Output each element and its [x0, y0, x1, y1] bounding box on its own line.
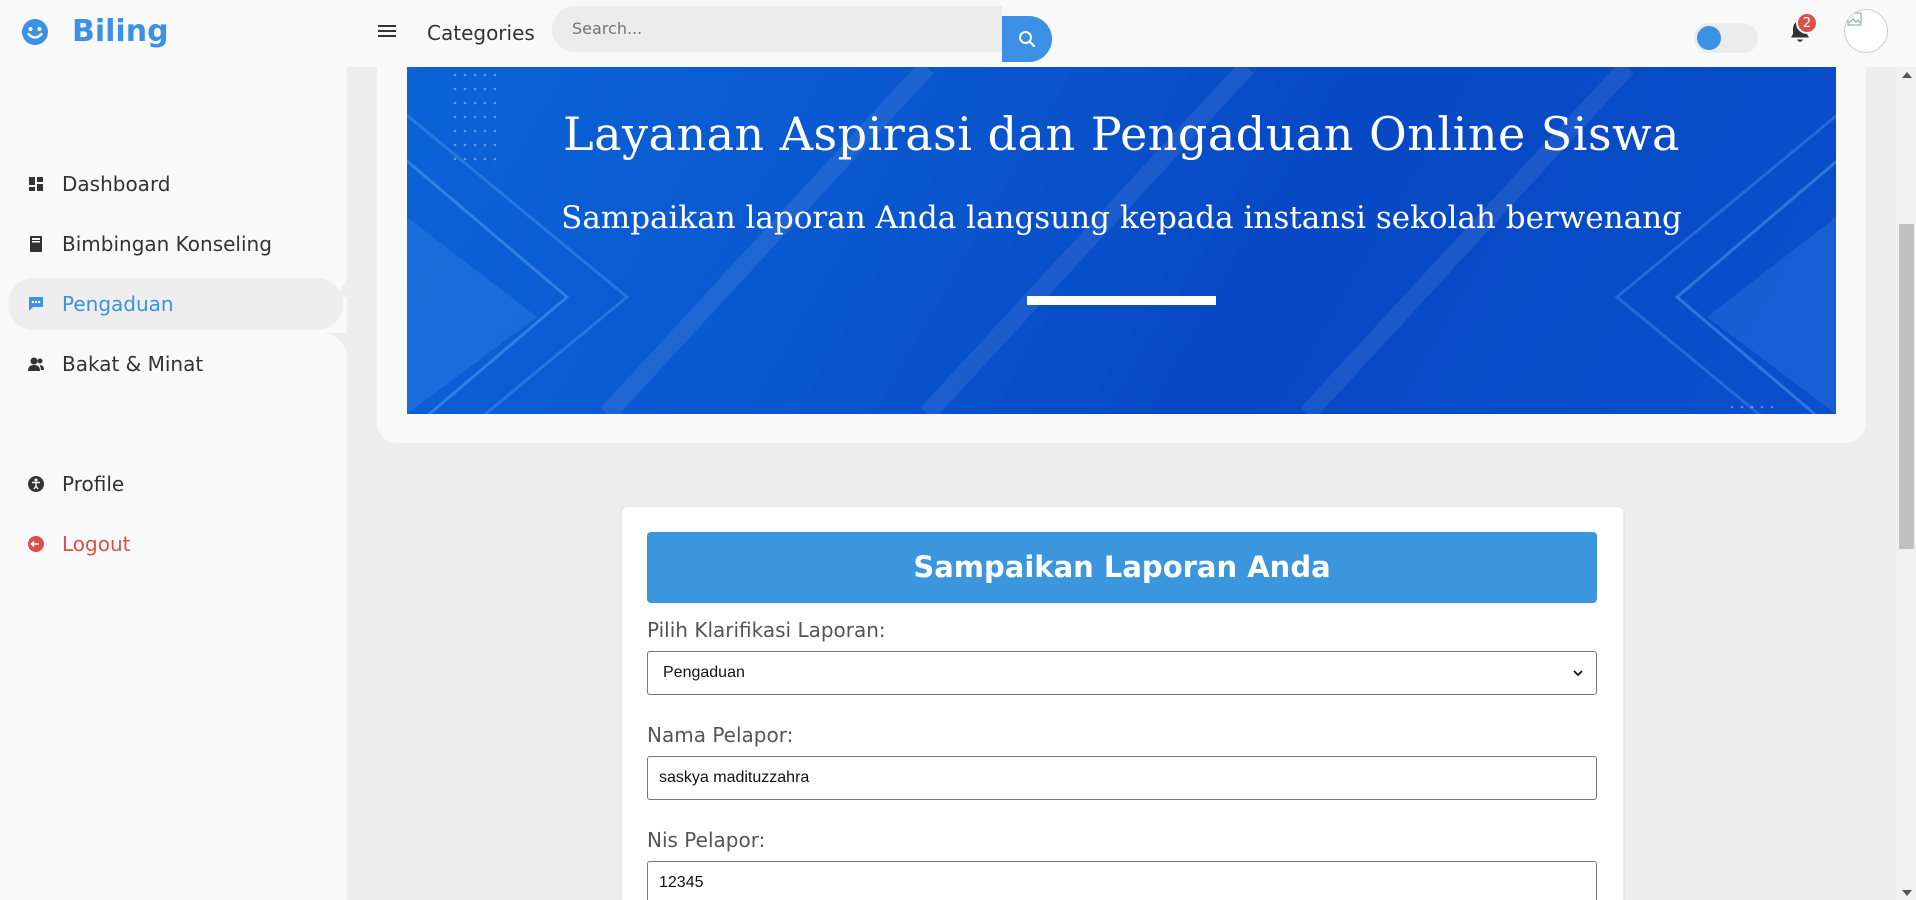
reporter-nis-value: 12345: [659, 874, 704, 891]
broken-image-icon: [1847, 12, 1862, 26]
book-icon: [26, 234, 46, 254]
sidebar: Dashboard Bimbingan Konseling Pengaduan …: [0, 67, 347, 900]
search-icon: [1019, 31, 1036, 48]
reporter-name-value: saskya madituzzahra: [659, 769, 810, 786]
sidebar-item-label: Bimbingan Konseling: [62, 232, 272, 256]
search-button[interactable]: [1002, 16, 1052, 62]
form-title: Sampaikan Laporan Anda: [647, 532, 1597, 603]
search-form: [552, 6, 1052, 62]
search-input[interactable]: [552, 6, 1002, 52]
classification-value: Pengaduan: [663, 664, 745, 681]
banner-divider: [1027, 296, 1216, 305]
categories-link[interactable]: Categories: [427, 20, 535, 46]
sidebar-item-pengaduan[interactable]: Pengaduan: [8, 278, 343, 330]
reporter-nis-label: Nis Pelapor:: [647, 828, 766, 852]
sidebar-item-dashboard[interactable]: Dashboard: [8, 158, 343, 210]
sidebar-item-bakat-minat[interactable]: Bakat & Minat: [8, 338, 343, 390]
brand[interactable]: Biling: [20, 14, 169, 50]
smile-icon: [22, 19, 48, 45]
scrollbar-thumb[interactable]: [1899, 224, 1914, 549]
classification-select[interactable]: Pengaduan: [647, 651, 1597, 695]
sidebar-item-label: Dashboard: [62, 172, 171, 196]
dashboard-icon: [26, 174, 46, 194]
banner-subtitle: Sampaikan laporan Anda langsung kepada i…: [561, 200, 1682, 236]
sidebar-item-bimbingan-konseling[interactable]: Bimbingan Konseling: [8, 218, 343, 270]
top-navbar: Biling Categories 2: [0, 0, 1916, 67]
notification-badge: 2: [1796, 12, 1818, 34]
logout-icon: [26, 534, 46, 554]
reporter-nis-input[interactable]: 12345: [647, 861, 1597, 900]
hero-banner: Layanan Aspirasi dan Pengaduan Online Si…: [407, 67, 1836, 414]
chevron-down-icon: [1573, 670, 1583, 677]
scroll-down-arrow-icon[interactable]: [1902, 890, 1912, 896]
sidebar-item-label: Profile: [62, 472, 125, 496]
toggle-knob: [1697, 26, 1721, 50]
brand-name: Biling: [72, 14, 169, 49]
avatar[interactable]: [1844, 9, 1888, 53]
sidebar-item-label: Bakat & Minat: [62, 352, 204, 376]
report-form-card: Sampaikan Laporan Anda Pilih Klarifikasi…: [622, 507, 1623, 900]
group-icon: [26, 354, 46, 374]
accessibility-icon: [26, 474, 46, 494]
scroll-up-arrow-icon[interactable]: [1902, 72, 1912, 78]
message-icon: [26, 294, 46, 314]
reporter-name-label: Nama Pelapor:: [647, 723, 794, 747]
hamburger-icon[interactable]: [378, 22, 396, 42]
sidebar-item-logout[interactable]: Logout: [8, 518, 343, 570]
sidebar-item-label: Pengaduan: [62, 292, 174, 316]
reporter-name-input[interactable]: saskya madituzzahra: [647, 756, 1597, 800]
banner-title: Layanan Aspirasi dan Pengaduan Online Si…: [563, 107, 1680, 161]
sidebar-item-profile[interactable]: Profile: [8, 458, 343, 510]
sidebar-item-label: Logout: [62, 532, 131, 556]
dark-mode-toggle[interactable]: [1694, 23, 1758, 53]
classification-label: Pilih Klarifikasi Laporan:: [647, 618, 886, 642]
